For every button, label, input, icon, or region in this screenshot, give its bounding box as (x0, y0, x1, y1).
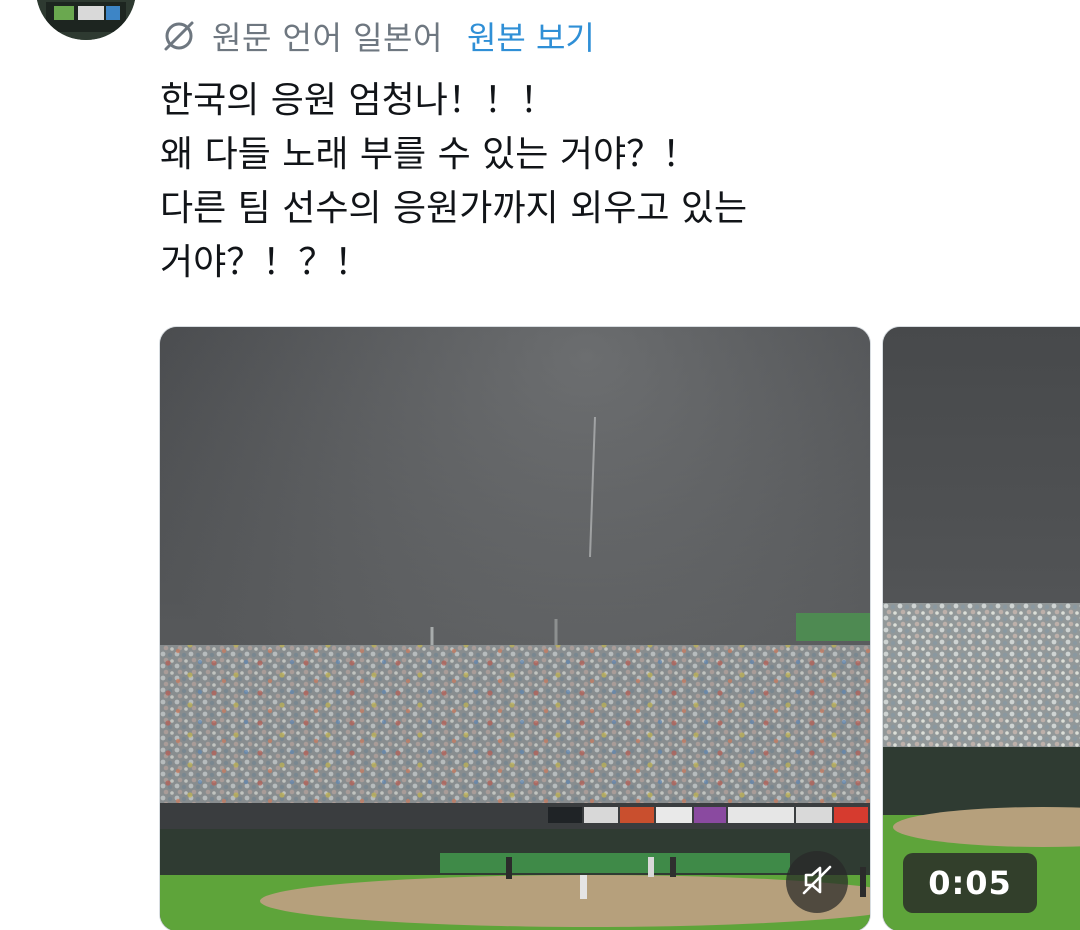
globe-slash-icon (160, 17, 198, 55)
mute-button[interactable] (786, 851, 848, 913)
stadium-video-frame (160, 327, 870, 930)
tweet-line: 다른 팀 선수의 응원가까지 외우고 있는 (160, 188, 748, 229)
show-original-link[interactable]: 원본 보기 (467, 13, 595, 59)
stadium-video-frame-second (883, 327, 1080, 930)
tweet-line: 왜 다들 노래 부를 수 있는 거야？！ (160, 134, 699, 175)
video-player-second[interactable]: 0:05 (882, 326, 1080, 930)
mute-icon (800, 863, 834, 901)
avatar[interactable] (36, 0, 136, 40)
translation-source-label: 원문 언어 일본어 (212, 19, 443, 57)
translation-info: 원문 언어 일본어 원본 보기 (160, 14, 595, 58)
tweet-page: 원문 언어 일본어 원본 보기 한국의 응원 엄청나！！！ 왜 다들 노래 부를… (0, 0, 1080, 930)
tweet-text: 한국의 응원 엄청나！！！ 왜 다들 노래 부를 수 있는 거야？！ 다른 팀 … (160, 74, 900, 290)
video-duration-badge: 0:05 (903, 853, 1037, 913)
tweet-line: 한국의 응원 엄청나！！！ (160, 80, 556, 121)
tweet-line: 거야？！？！ (160, 242, 371, 283)
video-player[interactable] (159, 326, 871, 930)
